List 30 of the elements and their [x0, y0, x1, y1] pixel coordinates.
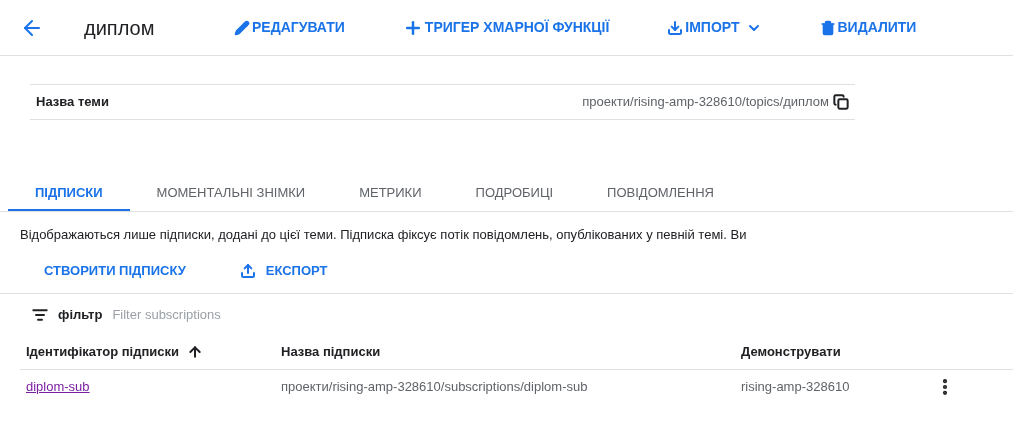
sort-arrow-icon — [187, 344, 203, 360]
toolbar-button[interactable]: ТРИГЕР ХМАРНОЇ ФУНКЦІЇ — [402, 17, 610, 38]
filter-icon — [32, 306, 48, 323]
tab[interactable]: ПОДРОБИЦІ — [448, 176, 581, 211]
topic-label: Назва теми — [36, 93, 109, 112]
table-cell: проекти/rising-amp-328610/subscriptions/diplom-sub — [281, 378, 588, 394]
trash-icon — [819, 19, 836, 36]
table-cell: rising-amp-328610 — [741, 378, 850, 394]
toolbar-button[interactable]: РЕДАГУВАТИ — [234, 17, 345, 38]
column-header[interactable]: Демонструвати — [735, 342, 935, 362]
download-icon — [667, 19, 684, 36]
upload-icon — [239, 262, 256, 279]
tab[interactable]: ПІДПИСКИ — [8, 176, 130, 211]
filter-label: фільтр — [58, 305, 103, 324]
copy-icon[interactable] — [833, 94, 849, 110]
tab[interactable]: ПОВІДОМЛЕННЯ — [580, 176, 741, 211]
tab[interactable]: МЕТРИКИ — [332, 176, 449, 211]
description-text: Відображаються лише підписки, додані до цієї теми. Підписка фіксує потік повідомлень, опублікованих у певній темі. Ви — [20, 226, 748, 244]
action-button[interactable]: ЕКСПОРТ — [227, 260, 340, 281]
toolbar-button[interactable]: ВИДАЛИТИ — [819, 17, 917, 38]
subscription-link[interactable]: diplom-sub — [26, 378, 90, 394]
action-button[interactable]: СТВОРИТИ ПІДПИСКУ — [32, 260, 198, 281]
tab[interactable]: МОМЕНТАЛЬНІ ЗНІМКИ — [129, 176, 333, 211]
page-title: диплом — [84, 15, 156, 41]
pencil-icon — [234, 19, 250, 36]
column-header[interactable]: Назва підписки — [275, 342, 735, 362]
topic-value: проекти/rising-amp-328610/topics/диплом — [582, 93, 829, 112]
filter-field[interactable]: Filter subscriptions — [112, 304, 413, 325]
toolbar-button[interactable]: ІМПОРТ — [667, 17, 762, 38]
column-header[interactable]: Ідентифікатор підписки — [20, 342, 275, 362]
